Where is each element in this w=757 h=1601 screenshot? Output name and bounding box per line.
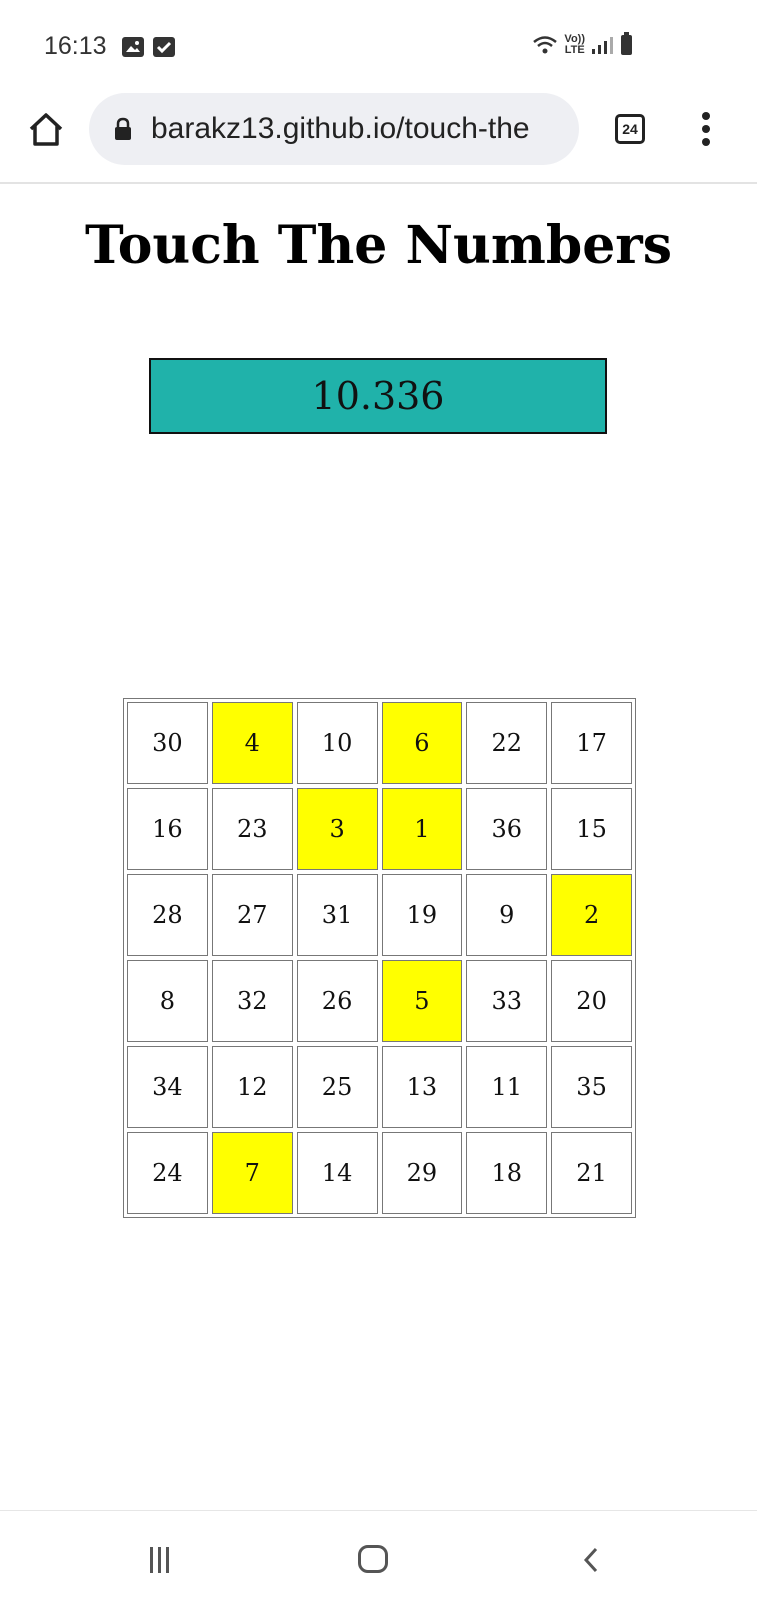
check-notification-icon (153, 37, 175, 57)
lock-icon (113, 117, 133, 141)
page-title: Touch The Numbers (85, 215, 672, 276)
number-cell[interactable]: 22 (466, 702, 548, 784)
network-type-label: Vo)) LTE (564, 33, 585, 56)
number-cell[interactable]: 26 (296, 960, 378, 1042)
number-cell[interactable]: 31 (296, 874, 378, 956)
system-navigation-bar (0, 1510, 757, 1601)
number-cell[interactable]: 14 (296, 1132, 378, 1214)
number-cell[interactable]: 34 (127, 1046, 208, 1128)
status-icons: Vo)) LTE (532, 32, 632, 56)
number-cell[interactable]: 10 (296, 702, 378, 784)
number-cell[interactable]: 9 (466, 874, 548, 956)
number-cell[interactable]: 15 (551, 788, 632, 870)
number-cell[interactable]: 35 (551, 1046, 632, 1128)
number-cell[interactable]: 25 (296, 1046, 378, 1128)
more-options-icon[interactable] (696, 112, 716, 152)
address-bar[interactable]: barakz13.github.io/touch-the (89, 93, 579, 165)
number-cell[interactable]: 17 (551, 702, 632, 784)
number-cell[interactable]: 36 (466, 788, 548, 870)
number-cell[interactable]: 19 (381, 874, 463, 956)
timer-display: 10.336 (149, 358, 607, 434)
number-cell[interactable]: 18 (466, 1132, 548, 1214)
number-cell[interactable]: 20 (551, 960, 632, 1042)
tab-switcher-button[interactable]: 24 (615, 114, 645, 144)
signal-icon (592, 37, 613, 54)
number-cell[interactable]: 12 (211, 1046, 293, 1128)
number-cell[interactable]: 32 (211, 960, 293, 1042)
number-board: 30 4 10 6 22 17 16 23 3 1 36 15 28 27 31 19 9 2 8 32 26 5 33 20… (123, 698, 636, 1218)
home-nav-icon[interactable] (358, 1545, 388, 1573)
number-cell[interactable]: 7 (211, 1132, 293, 1214)
number-cell[interactable]: 2 (551, 874, 632, 956)
number-cell[interactable]: 6 (381, 702, 463, 784)
number-cell[interactable]: 8 (127, 960, 208, 1042)
status-time: 16:13 (44, 32, 107, 60)
number-cell[interactable]: 30 (127, 702, 208, 784)
number-cell[interactable]: 33 (466, 960, 548, 1042)
browser-toolbar: barakz13.github.io/touch-the 24 (0, 90, 757, 184)
home-icon[interactable] (26, 110, 66, 150)
number-cell[interactable]: 11 (466, 1046, 548, 1128)
number-cell[interactable]: 21 (551, 1132, 632, 1214)
gallery-notification-icon (122, 37, 144, 57)
number-cell[interactable]: 4 (211, 702, 293, 784)
number-cell[interactable]: 5 (381, 960, 463, 1042)
url-text: barakz13.github.io/touch-the (151, 112, 530, 145)
battery-icon (621, 32, 632, 55)
status-bar: 16:13 Vo)) LTE (0, 0, 757, 90)
number-cell[interactable]: 24 (127, 1132, 208, 1214)
number-cell[interactable]: 1 (381, 788, 463, 870)
number-cell[interactable]: 23 (211, 788, 293, 870)
number-cell[interactable]: 29 (381, 1132, 463, 1214)
number-cell[interactable]: 3 (296, 788, 378, 870)
number-cell[interactable]: 13 (381, 1046, 463, 1128)
number-cell[interactable]: 16 (127, 788, 208, 870)
number-cell[interactable]: 27 (211, 874, 293, 956)
number-cell[interactable]: 28 (127, 874, 208, 956)
recent-apps-icon[interactable] (150, 1547, 174, 1573)
wifi-icon (533, 36, 558, 54)
back-icon[interactable] (580, 1545, 604, 1575)
